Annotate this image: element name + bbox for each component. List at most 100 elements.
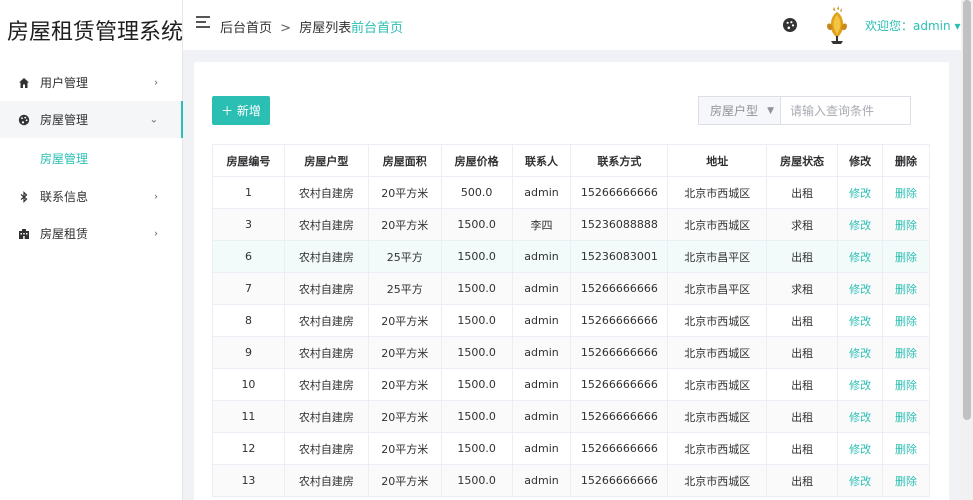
- chevron-right-icon: ›: [154, 77, 158, 88]
- sidebar-item-house-rental[interactable]: 房屋租赁 ›: [0, 215, 182, 252]
- cell-price: 1500.0: [440, 208, 513, 241]
- cell-price: 1500.0: [440, 336, 513, 369]
- table-row[interactable]: 6 农村自建房 25平方 1500.0 admin 15236083001 北京市昌平区 出租…: [212, 240, 930, 273]
- cell-area: 25平方: [367, 272, 442, 305]
- cell-contact: admin: [511, 304, 572, 337]
- delete-link[interactable]: 删除: [882, 240, 930, 273]
- table-row[interactable]: 11 农村自建房 20平方米 1500.0 admin 15266666666 北京市西城区…: [212, 400, 930, 433]
- table-row[interactable]: 3 农村自建房 20平方米 1500.0 李四 15236088888 北京市西城区 求租 修改…: [212, 208, 930, 241]
- col-header-status: 房屋状态: [766, 144, 839, 177]
- delete-link[interactable]: 删除: [882, 368, 930, 401]
- breadcrumb-separator: >: [280, 21, 292, 36]
- cell-contact: admin: [511, 368, 572, 401]
- cell-status: 出租: [766, 176, 839, 209]
- col-header-type: 房屋户型: [283, 144, 369, 177]
- delete-link[interactable]: 删除: [882, 176, 930, 209]
- col-header-phone: 联系方式: [570, 144, 669, 177]
- table-row[interactable]: 1 农村自建房 20平方米 500.0 admin 15266666666 北京市西城区 出租…: [212, 176, 930, 209]
- chevron-down-icon: ▼: [767, 105, 774, 116]
- front-home-link[interactable]: 前台首页: [351, 17, 403, 36]
- cell-status: 出租: [766, 400, 839, 433]
- submenu-item-label: 房屋管理: [40, 151, 89, 166]
- edit-link[interactable]: 修改: [837, 464, 884, 497]
- edit-link[interactable]: 修改: [837, 432, 884, 465]
- cell-id: 6: [212, 240, 285, 273]
- delete-link[interactable]: 删除: [882, 464, 930, 497]
- col-header-contact: 联系人: [511, 144, 572, 177]
- delete-link[interactable]: 删除: [882, 432, 930, 465]
- add-button[interactable]: ＋ 新增: [212, 96, 270, 125]
- building-icon: [18, 228, 30, 240]
- cell-type: 农村自建房: [283, 304, 369, 337]
- edit-link[interactable]: 修改: [837, 304, 884, 337]
- edit-link[interactable]: 修改: [837, 336, 884, 369]
- page-scrollbar[interactable]: [961, 0, 973, 500]
- search-field-select[interactable]: 房屋户型 ▼: [698, 96, 780, 125]
- edit-link[interactable]: 修改: [837, 176, 884, 209]
- breadcrumb: 后台首页 > 房屋列表: [220, 17, 351, 36]
- welcome-user-dropdown[interactable]: 欢迎您：admin ▾: [865, 17, 960, 34]
- table-row[interactable]: 8 农村自建房 20平方米 1500.0 admin 15266666666 北京市西城区出…: [212, 304, 930, 337]
- edit-link[interactable]: 修改: [837, 400, 884, 433]
- cell-id: 11: [212, 400, 285, 433]
- col-header-edit: 修改: [837, 144, 884, 177]
- cell-phone: 15236083001: [570, 240, 669, 273]
- cell-price: 1500.0: [440, 400, 513, 433]
- welcome-text: 欢迎您：admin: [865, 19, 951, 33]
- col-header-area: 房屋面积: [367, 144, 442, 177]
- cell-status: 出租: [766, 240, 839, 273]
- top-bar: 后台首页 > 房屋列表 前台首页 欢迎您：admin ▾: [183, 0, 961, 50]
- table-header-row: 房屋编号 房屋户型 房屋面积 房屋价格 联系人 联系方式 地址 房屋状态 修改 …: [212, 144, 930, 177]
- cell-area: 20平方米: [367, 400, 442, 433]
- cell-status: 出租: [766, 368, 839, 401]
- cell-id: 3: [212, 208, 285, 241]
- edit-link[interactable]: 修改: [837, 208, 884, 241]
- caret-down-icon: ▾: [954, 19, 961, 33]
- edit-link[interactable]: 修改: [837, 272, 884, 305]
- cell-phone: 15266666666: [570, 304, 669, 337]
- content-card: ＋ 新增 房屋户型 ▼ 房屋编号 房屋户型 房屋面积 房屋价格 联系人 联系方式…: [194, 62, 949, 500]
- palette-icon: [18, 114, 30, 126]
- cell-type: 农村自建房: [283, 400, 369, 433]
- delete-link[interactable]: 删除: [882, 336, 930, 369]
- scrollbar-thumb[interactable]: [963, 0, 971, 420]
- table-row[interactable]: 7 农村自建房 25平方 1500.0 admin 15266666666 北京市昌平区 求租…: [212, 272, 930, 305]
- search-select-value: 房屋户型: [710, 104, 759, 118]
- sidebar-item-house-management[interactable]: 房屋管理 ⌄: [0, 101, 183, 138]
- cell-phone: 15266666666: [570, 176, 669, 209]
- table-row[interactable]: 9 农村自建房 20平方米 1500.0 admin 15266666666 北京市西城区出…: [212, 336, 930, 369]
- cell-contact: admin: [511, 272, 572, 305]
- cell-id: 7: [212, 272, 285, 305]
- cell-area: 20平方米: [367, 368, 442, 401]
- sidebar-item-user-management[interactable]: 用户管理 ›: [0, 64, 182, 101]
- table-row[interactable]: 10 农村自建房 20平方米 1500.0 admin 15266666666 北京市西城区…: [212, 368, 930, 401]
- cell-address: 北京市西城区: [667, 432, 768, 465]
- home-icon: [18, 77, 30, 89]
- delete-link[interactable]: 删除: [882, 304, 930, 337]
- cell-area: 20平方米: [367, 432, 442, 465]
- breadcrumb-home[interactable]: 后台首页: [220, 21, 272, 36]
- delete-link[interactable]: 删除: [882, 400, 930, 433]
- hamburger-menu-icon[interactable]: [196, 16, 210, 28]
- cell-address: 北京市西城区: [667, 176, 768, 209]
- submenu-item-house-management[interactable]: 房屋管理: [0, 138, 182, 178]
- theme-palette-icon[interactable]: [783, 18, 797, 32]
- table-row[interactable]: 13 农村自建房 20平方米 1500.0 admin 15266666666 北京市西城区…: [212, 464, 930, 497]
- cell-address: 北京市西城区: [667, 368, 768, 401]
- cell-id: 9: [212, 336, 285, 369]
- delete-link[interactable]: 删除: [882, 208, 930, 241]
- edit-link[interactable]: 修改: [837, 240, 884, 273]
- avatar[interactable]: [823, 6, 851, 44]
- table-row[interactable]: 12 农村自建房 20平方米 1500.0 admin 15266666666 北京市西城区…: [212, 432, 930, 465]
- edit-link[interactable]: 修改: [837, 368, 884, 401]
- cell-price: 1500.0: [440, 272, 513, 305]
- cell-status: 求租: [766, 208, 839, 241]
- breadcrumb-current: 房屋列表: [299, 21, 352, 36]
- cell-type: 农村自建房: [283, 240, 369, 273]
- delete-link[interactable]: 删除: [882, 272, 930, 305]
- chevron-right-icon: ›: [154, 191, 158, 202]
- search-input[interactable]: [780, 96, 911, 125]
- sidebar-item-contact-info[interactable]: 联系信息 ›: [0, 178, 182, 215]
- cell-address: 北京市西城区: [667, 336, 768, 369]
- cell-price: 1500.0: [440, 368, 513, 401]
